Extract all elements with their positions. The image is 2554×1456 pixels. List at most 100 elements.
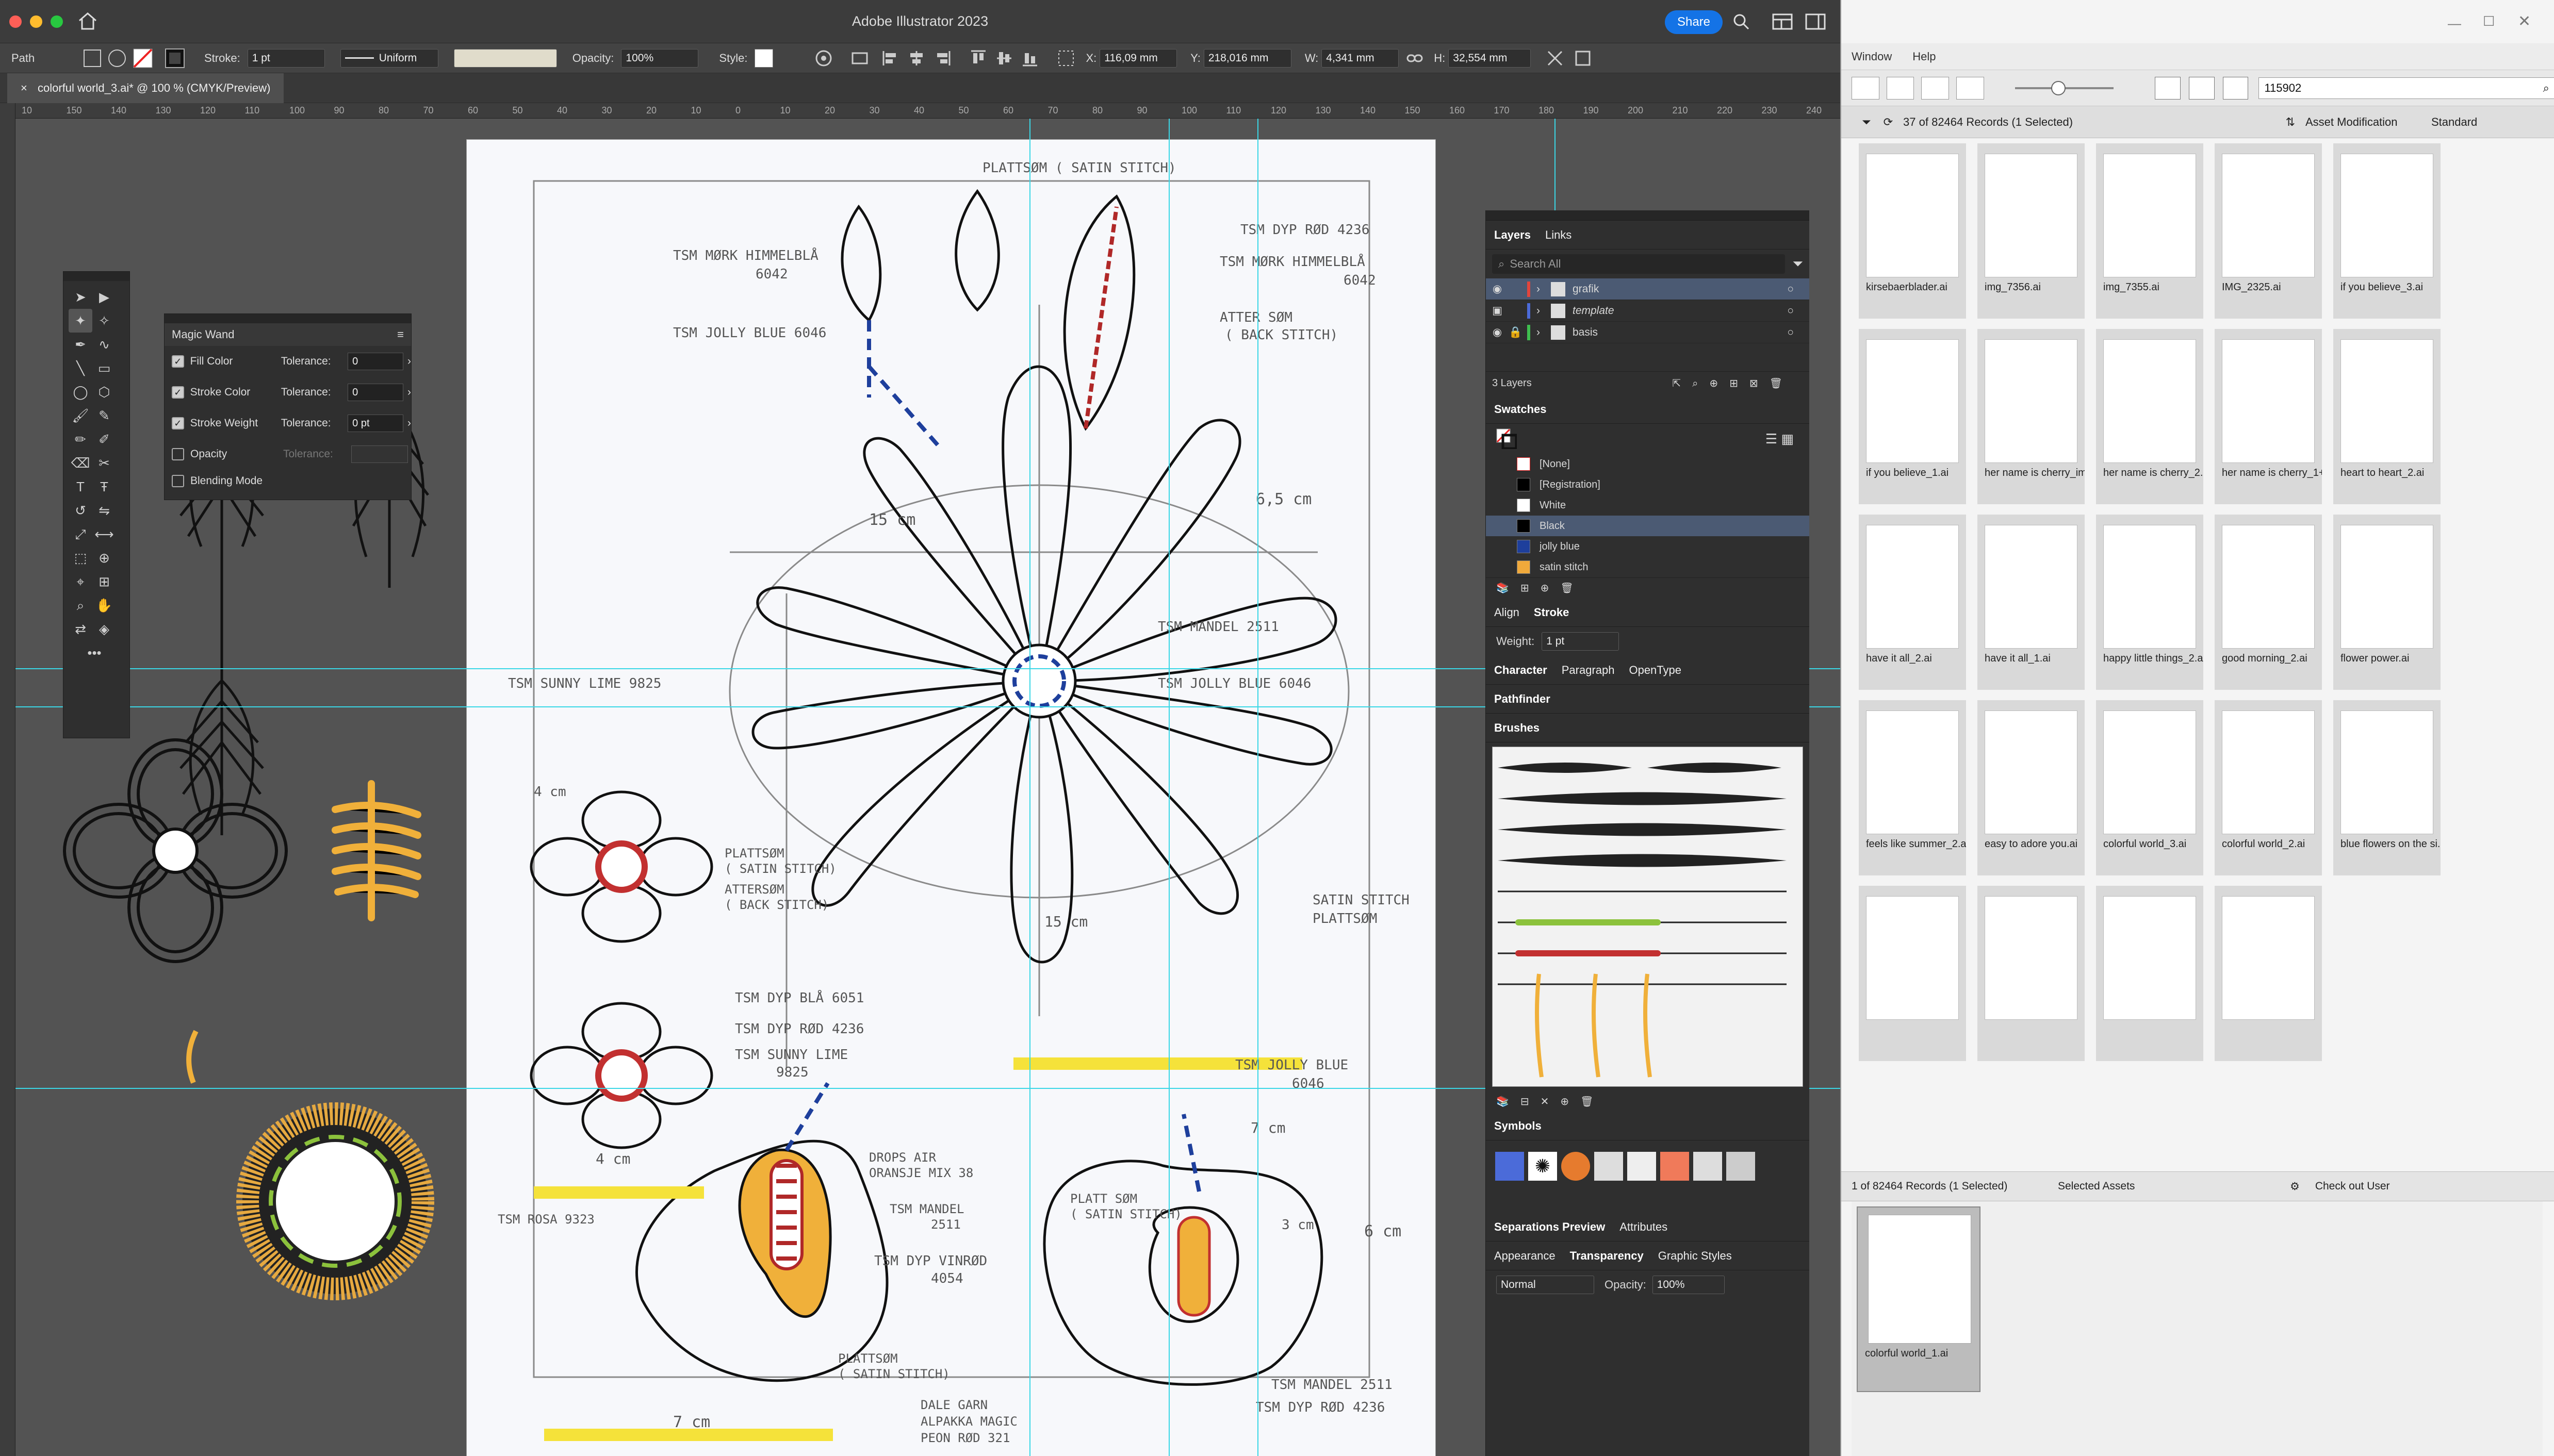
chevron-right-icon[interactable]: › (407, 355, 411, 368)
sort-icon[interactable]: ⇅ (2286, 115, 2295, 129)
sort-dropdown[interactable]: Asset Modification (2305, 115, 2424, 129)
thumbnail-item[interactable]: if you believe_1.ai (1859, 329, 1966, 504)
thumbnail-item[interactable]: flower power.ai (2333, 515, 2441, 690)
thumbnail-item[interactable] (1859, 886, 1966, 1061)
tab-pathfinder[interactable]: Pathfinder (1494, 692, 1550, 706)
stroke-color-checkbox[interactable]: ✓ (172, 386, 184, 399)
menu-window[interactable]: Window (1852, 50, 1892, 63)
direct-selection-tool-icon[interactable]: ▶ (92, 285, 116, 309)
width-tool-icon[interactable]: ⟷ (92, 522, 116, 546)
tab-attributes[interactable]: Attributes (1619, 1220, 1667, 1234)
tab-links[interactable]: Links (1545, 228, 1571, 242)
close-tab-icon[interactable]: × (21, 81, 27, 94)
stroke-weight-input[interactable]: 1 pt (1542, 632, 1619, 651)
transform-reference-icon[interactable] (1057, 49, 1075, 68)
tab-appearance[interactable]: Appearance (1494, 1249, 1556, 1263)
dock-grip[interactable] (1486, 210, 1809, 221)
align-center-icon[interactable] (907, 49, 926, 68)
chevron-right-icon[interactable]: › (1536, 305, 1551, 317)
filter-icon[interactable]: ⏷ (1862, 115, 1871, 129)
search-icon[interactable] (1732, 12, 1750, 31)
view-panels-icon[interactable] (1956, 76, 1984, 100)
symbol-thumbnail[interactable] (1726, 1152, 1755, 1181)
pen-tool-icon[interactable]: ✒ (69, 333, 92, 356)
x-field[interactable]: 116,09 mm (1100, 48, 1177, 68)
list-view-icon[interactable]: ☰ ▦ (1765, 431, 1794, 447)
symbol-thumbnail[interactable] (1594, 1152, 1623, 1181)
eyedropper-tool-icon[interactable]: ⌖ (69, 570, 92, 593)
align-bottom-icon[interactable] (1021, 49, 1039, 68)
scale-tool-icon[interactable]: ⤢ (69, 522, 92, 546)
magic-wand-panel-grip[interactable] (165, 314, 411, 323)
layer-row-grafik[interactable]: ◉ › grafik ○ (1486, 278, 1809, 300)
line-tool-icon[interactable]: ╲ (69, 356, 92, 380)
align-top-icon[interactable] (969, 49, 988, 68)
graphic-style-swatch[interactable] (755, 48, 774, 68)
more-tools-icon[interactable]: ••• (69, 641, 120, 665)
measure-tool-icon[interactable]: ⊞ (92, 570, 116, 593)
view-details-icon[interactable] (1886, 76, 1914, 100)
rotate-tool-icon[interactable]: ↺ (69, 499, 92, 522)
thumbnail-item[interactable]: colorful world_2.ai (2215, 700, 2322, 875)
stroke-color-swatch[interactable] (165, 48, 185, 68)
layer-name[interactable]: grafik (1573, 283, 1787, 295)
thumbnail-item[interactable] (1977, 886, 2085, 1061)
hand-tool-icon[interactable]: ✋ (92, 593, 116, 617)
free-transform-tool-icon[interactable]: ⬚ (69, 546, 92, 570)
thumbnail-item[interactable]: IMG_2325.ai (2215, 143, 2322, 319)
info-icon[interactable] (2154, 76, 2181, 100)
shaper-tool-icon[interactable]: ✐ (92, 427, 116, 451)
layer-name[interactable]: basis (1573, 326, 1787, 339)
chevron-right-icon[interactable]: › (407, 386, 411, 399)
align-middle-icon[interactable] (995, 49, 1013, 68)
gear-icon[interactable]: ⚙ (2290, 1180, 2300, 1193)
thumbnail-item[interactable]: her name is cherry_1+3.ai (2215, 329, 2322, 504)
collection-item[interactable]: colorful world_1.ai (1857, 1206, 1980, 1392)
stroke-weight-checkbox[interactable]: ✓ (172, 417, 184, 429)
lasso-tool-icon[interactable]: ✧ (92, 309, 116, 333)
stroke-profile-dropdown[interactable]: Uniform (340, 48, 438, 68)
fill-stroke-icon[interactable]: ◈ (92, 617, 116, 641)
four-petal-flower-artwork[interactable] (62, 737, 289, 964)
checkout-dropdown[interactable]: Check out User (2315, 1180, 2449, 1193)
refresh-icon[interactable]: ⟳ (1884, 115, 1893, 129)
thumbnail-item[interactable]: feels like summer_2.ai (1859, 700, 1966, 875)
recolor-icon[interactable] (84, 49, 101, 67)
thumbnail-item[interactable]: kirsebaerblader.ai (1859, 143, 1966, 319)
chevron-right-icon[interactable]: › (1536, 326, 1551, 339)
thumbnail-item[interactable]: happy little things_2.ai (2096, 515, 2203, 690)
thumbnail-item[interactable] (2215, 886, 2322, 1061)
zoom-tool-icon[interactable]: ⌕ (69, 593, 92, 617)
align-right-icon[interactable] (933, 49, 952, 68)
swatch-row[interactable]: [Registration] (1486, 474, 1809, 495)
template-visibility-icon[interactable]: ▣ (1486, 304, 1509, 317)
symbol-thumbnail[interactable]: ✺ (1528, 1152, 1557, 1181)
tab-symbols[interactable]: Symbols (1494, 1119, 1542, 1133)
stitch-mark-artwork[interactable] (181, 1026, 201, 1088)
menu-help[interactable]: Help (1912, 50, 1936, 63)
fill-tolerance-input[interactable]: 0 (348, 353, 403, 370)
thumbnail-item[interactable]: colorful world_3.ai (2096, 700, 2203, 875)
swatches-footer-icons[interactable]: 📚⊞⊕🗑 (1486, 577, 1809, 598)
tab-stroke[interactable]: Stroke (1534, 606, 1569, 619)
panel-menu-icon[interactable]: ≡ (397, 328, 404, 341)
rectangle-tool-icon[interactable]: ▭ (92, 356, 116, 380)
reflect-tool-icon[interactable]: ⇋ (92, 499, 116, 522)
tab-graphic-styles[interactable]: Graphic Styles (1658, 1249, 1732, 1263)
thumbnail-item[interactable]: easy to adore you.ai (1977, 700, 2085, 875)
thumbnail-item[interactable]: img_7355.ai (2096, 143, 2203, 319)
selection-tool-icon[interactable]: ➤ (69, 285, 92, 309)
magic-wand-tool-icon[interactable]: ✦ (69, 309, 92, 333)
preview-icon[interactable] (2222, 76, 2249, 100)
guide[interactable] (1257, 119, 1258, 1456)
layer-row-template[interactable]: ▣ › template ○ (1486, 300, 1809, 322)
layer-actions-icons[interactable]: ⇱⌕⊕⊞⊠🗑 (1672, 377, 1794, 390)
asset-search-input[interactable]: 115902 ⌕ (2258, 77, 2554, 99)
image-icon[interactable] (2188, 76, 2215, 100)
target-icon[interactable]: ○ (1787, 326, 1794, 339)
blend-mode-dropdown[interactable]: Normal (1496, 1276, 1594, 1294)
swatch-row[interactable]: [None] (1486, 454, 1809, 474)
fill-color-checkbox[interactable]: ✓ (172, 355, 184, 368)
brush-definition-dropdown[interactable] (453, 48, 557, 68)
view-thumbnails-icon[interactable] (1921, 76, 1949, 100)
